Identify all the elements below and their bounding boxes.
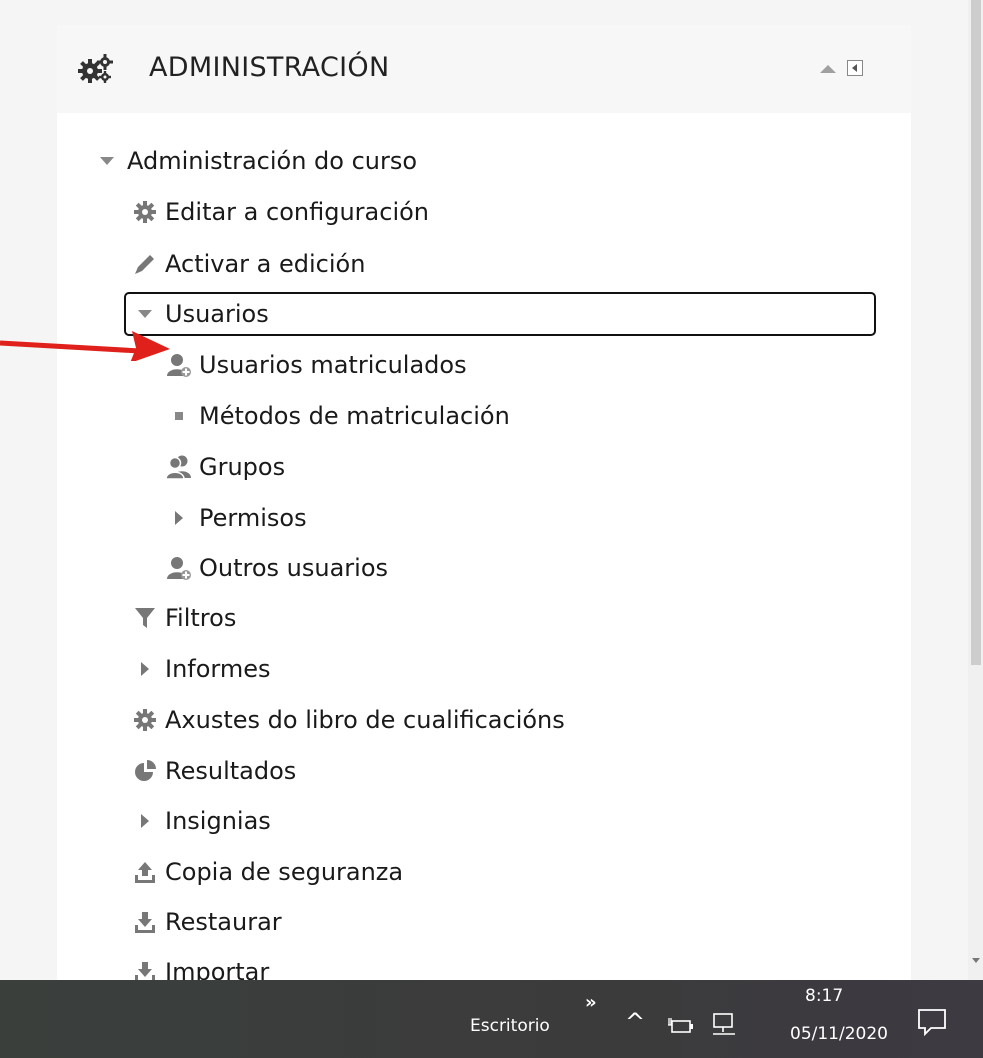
block-title: ADMINISTRACIÓN bbox=[149, 52, 390, 83]
tree-item-label: Grupos bbox=[199, 453, 286, 481]
users-group-icon bbox=[165, 453, 193, 481]
tree-item-permissions[interactable]: Permisos bbox=[165, 500, 307, 536]
download-icon bbox=[131, 908, 159, 936]
triangle-right-icon bbox=[131, 655, 159, 683]
tree-item-gradebook-setup[interactable]: Axustes do libro de cualificacións bbox=[131, 702, 565, 738]
scroll-down-arrow-icon[interactable] bbox=[972, 958, 980, 963]
dock-block-icon[interactable] bbox=[847, 60, 863, 76]
tree-item-label: Filtros bbox=[165, 604, 237, 632]
tree-item-label: Editar a configuración bbox=[165, 198, 429, 226]
gears-icon bbox=[78, 54, 113, 83]
triangle-down-icon bbox=[93, 147, 121, 175]
clock-time[interactable]: 8:17 bbox=[805, 986, 843, 1006]
tree-item-label: Restaurar bbox=[165, 908, 282, 936]
gear-icon bbox=[131, 706, 159, 734]
block-header: ADMINISTRACIÓN bbox=[57, 25, 911, 113]
tree-item-groups[interactable]: Grupos bbox=[165, 449, 285, 485]
collapse-up-icon[interactable] bbox=[820, 65, 836, 73]
red-arrow-annotation bbox=[0, 331, 170, 361]
desktop-toolbar-label[interactable]: Escritorio bbox=[470, 1016, 550, 1036]
download-icon bbox=[131, 958, 159, 980]
clock-date[interactable]: 05/11/2020 bbox=[790, 1024, 888, 1044]
tree-item-outcomes[interactable]: Resultados bbox=[131, 753, 296, 789]
tree-item-label: Copia de seguranza bbox=[165, 858, 404, 886]
tree-item-enrolment-methods[interactable]: Métodos de matriculación bbox=[165, 398, 510, 434]
battery-icon[interactable] bbox=[668, 1016, 694, 1036]
tree-item-import[interactable]: Importar bbox=[131, 954, 269, 980]
administration-block: ADMINISTRACIÓN Administración do curso E… bbox=[57, 25, 911, 980]
tree-item-label: Insignias bbox=[165, 807, 271, 835]
gear-icon bbox=[131, 198, 159, 226]
pie-chart-icon bbox=[131, 757, 159, 785]
user-add-icon bbox=[165, 554, 193, 582]
tree-item-label: Outros usuarios bbox=[199, 554, 389, 582]
action-center-icon[interactable] bbox=[917, 1008, 947, 1036]
tree-item-enable-editing[interactable]: Activar a edición bbox=[131, 246, 365, 282]
page-content: ADMINISTRACIÓN Administración do curso E… bbox=[0, 0, 968, 980]
upload-icon bbox=[131, 858, 159, 886]
tree-item-label: Métodos de matriculación bbox=[199, 402, 510, 430]
scrollbar-thumb[interactable] bbox=[971, 0, 981, 665]
triangle-right-icon bbox=[131, 807, 159, 835]
toolbar-overflow-icon[interactable]: » bbox=[585, 992, 597, 1013]
tree-item-label: Importar bbox=[165, 958, 270, 980]
pencil-icon bbox=[131, 250, 159, 278]
tree-item-backup[interactable]: Copia de seguranza bbox=[131, 854, 403, 890]
network-icon[interactable] bbox=[711, 1012, 739, 1038]
tree-item-label: Administración do curso bbox=[127, 147, 418, 175]
tree-item-filters[interactable]: Filtros bbox=[131, 600, 236, 636]
tree-item-badges[interactable]: Insignias bbox=[131, 803, 271, 839]
tree-item-course-admin[interactable]: Administración do curso bbox=[93, 143, 417, 179]
tree-item-label: Resultados bbox=[165, 757, 297, 785]
bullet-icon bbox=[165, 402, 193, 430]
show-hidden-icons-icon[interactable]: ^ bbox=[625, 1008, 645, 1036]
tree-item-edit-settings[interactable]: Editar a configuración bbox=[131, 194, 429, 230]
tree-item-label: Permisos bbox=[199, 504, 307, 532]
windows-taskbar: Escritorio » ^ 8:17 05/11/2020 bbox=[0, 980, 983, 1058]
tree-item-label: Axustes do libro de cualificacións bbox=[165, 706, 565, 734]
filter-icon bbox=[131, 604, 159, 632]
tree-item-label: Informes bbox=[165, 655, 271, 683]
tree-item-enrolled-users[interactable]: Usuarios matriculados bbox=[165, 347, 467, 383]
tree-item-other-users[interactable]: Outros usuarios bbox=[165, 550, 388, 586]
tree-item-restore[interactable]: Restaurar bbox=[131, 904, 282, 940]
triangle-right-icon bbox=[165, 504, 193, 532]
tree-item-label: Usuarios matriculados bbox=[199, 351, 467, 379]
tree-item-reports[interactable]: Informes bbox=[131, 651, 271, 687]
tree-item-label: Activar a edición bbox=[165, 250, 366, 278]
vertical-scrollbar[interactable] bbox=[968, 0, 983, 980]
